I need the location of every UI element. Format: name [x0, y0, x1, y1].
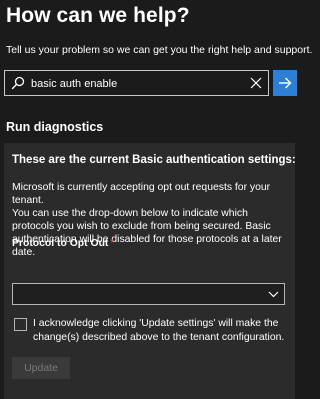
search-box[interactable]	[4, 70, 269, 96]
acknowledge-checkbox[interactable]	[14, 318, 27, 331]
protocol-field-label: Protocol to Opt Out *	[12, 238, 114, 249]
update-button[interactable]: Update	[12, 357, 70, 379]
page-title: How can we help?	[6, 4, 190, 27]
protocol-field-label-text: Protocol to Opt Out	[12, 238, 109, 249]
run-diagnostics-heading: Run diagnostics	[6, 120, 104, 134]
diagnostics-panel: These are the current Basic authenticati…	[4, 143, 296, 399]
search-row	[4, 70, 297, 96]
page-subtitle: Tell us your problem so we can get you t…	[6, 44, 313, 56]
search-submit-button[interactable]	[273, 70, 297, 96]
chevron-down-icon	[268, 291, 279, 298]
panel-title: These are the current Basic authenticati…	[12, 154, 296, 166]
acknowledge-checkbox-label: I acknowledge clicking 'Update settings'…	[33, 318, 285, 343]
search-icon	[11, 76, 25, 90]
search-input[interactable]	[31, 74, 241, 93]
protocol-dropdown[interactable]	[12, 283, 285, 305]
close-icon[interactable]	[250, 77, 262, 89]
panel-paragraph-1: Microsoft is currently accepting opt out…	[12, 182, 271, 206]
panel-paragraph-2: You can use the drop-down below to indic…	[12, 208, 282, 258]
required-marker: *	[110, 238, 115, 249]
arrow-right-icon	[279, 77, 292, 89]
